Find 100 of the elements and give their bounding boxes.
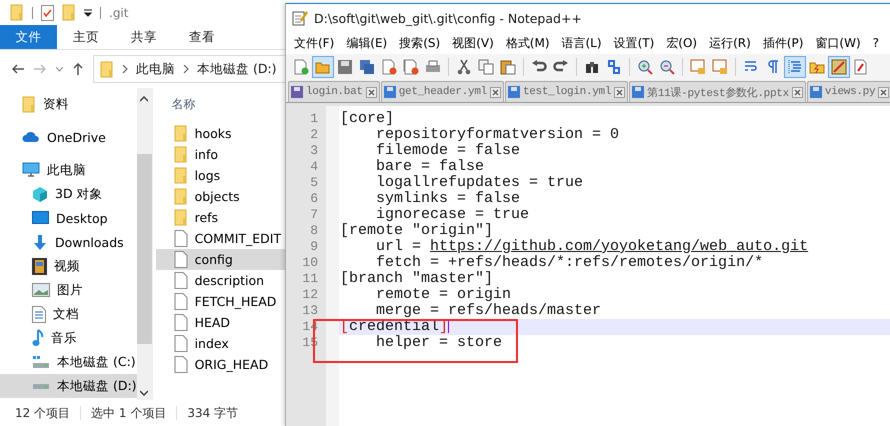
code-line: fetch = +refs/heads/*:refs/remotes/origin/* [375, 255, 764, 271]
code-line: bare = false [375, 159, 486, 175]
file-tab[interactable]: views.py [806, 81, 890, 102]
properties-icon[interactable] [41, 4, 54, 20]
file-item[interactable]: objects [156, 186, 288, 207]
text-cursor [448, 319, 450, 334]
line-number: 10 [301, 255, 319, 271]
code-line: [core] [339, 111, 396, 127]
menu-item[interactable]: 文件(F) [288, 34, 340, 52]
folder-icon [22, 96, 36, 112]
tab-label: test_login.yml [522, 86, 612, 98]
status-text: 选中 1 个项目 [91, 404, 166, 422]
breadcrumb[interactable]: 本地磁盘 (D:) [197, 60, 277, 78]
nav-item[interactable]: 资料 [0, 92, 137, 116]
nav-item[interactable]: 本地磁盘 (C:) [0, 350, 137, 374]
dropdown-icon[interactable] [84, 8, 92, 16]
nav-item[interactable]: Downloads [0, 230, 137, 254]
nav-item[interactable]: 视频 [0, 254, 137, 278]
file-tab[interactable]: 第11课-pytest参数化.pptx [629, 81, 806, 102]
nav-item[interactable]: 文档 [0, 302, 137, 326]
copy-icon [478, 59, 494, 75]
line-number: 3 [309, 143, 319, 159]
back-icon[interactable] [12, 64, 24, 74]
line-number: 12 [301, 287, 319, 303]
up-icon[interactable] [73, 63, 83, 75]
cube-icon [32, 186, 48, 202]
nav-item[interactable]: 音乐 [0, 326, 137, 350]
menu-item[interactable]: 插件(P) [756, 34, 810, 52]
computer-icon [22, 162, 40, 178]
address-bar[interactable]: 此电脑 本地磁盘 (D:) [93, 55, 285, 83]
file-item[interactable]: refs [156, 207, 288, 228]
line-number: 11 [301, 271, 319, 287]
file-menu-button[interactable]: 文件 [0, 25, 57, 49]
line-number: 8 [309, 223, 319, 239]
binoculars-icon [584, 59, 600, 75]
file-item[interactable]: hooks [156, 123, 288, 144]
column-header[interactable]: 名称 [156, 88, 288, 120]
file-item[interactable]: description [156, 270, 288, 291]
close-icon[interactable] [614, 86, 626, 98]
close-icon[interactable] [878, 86, 890, 98]
menu-item[interactable]: 视图(V) [446, 34, 500, 52]
menu-item[interactable]: 编辑(E) [340, 34, 394, 52]
menu-item[interactable]: 格式(M) [500, 34, 556, 52]
file-item[interactable]: COMMIT_EDIT [156, 228, 288, 249]
menu-item[interactable]: 运行(R) [703, 34, 757, 52]
menu-item[interactable]: 设置(T) [608, 34, 660, 52]
close-icon[interactable] [490, 86, 501, 98]
code-line: repositoryformatversion = 0 [375, 127, 620, 143]
file-icon [174, 251, 188, 268]
file-item[interactable]: FETCH_HEAD [156, 291, 288, 312]
link[interactable]: https://github.com/yoyoketang/web_auto.git [430, 238, 808, 255]
file-tab[interactable]: get_header.yml [380, 81, 504, 102]
file-item[interactable]: index [156, 333, 288, 354]
file-item[interactable]: logs [156, 165, 288, 186]
function-list-icon [853, 59, 869, 75]
breadcrumb[interactable]: 此电脑 [136, 60, 175, 78]
folder-icon [174, 167, 188, 184]
caret-icon[interactable] [56, 66, 63, 72]
music-note-icon [32, 329, 44, 347]
clipboard-icon [500, 59, 516, 75]
close-file-icon [381, 59, 397, 75]
ribbon-tab[interactable]: 共享 [115, 25, 173, 49]
tab-label: 第11课-pytest参数化.pptx [647, 86, 789, 100]
scroll-down-icon[interactable] [140, 390, 148, 396]
menu-item[interactable]: 宏(O) [660, 34, 704, 52]
close-icon[interactable] [792, 86, 803, 98]
line-number: 2 [309, 127, 319, 143]
menu-item[interactable]: 窗口(W) [809, 34, 867, 52]
folder-icon [174, 188, 188, 205]
nav-item[interactable]: 本地磁盘 (D:) [0, 374, 137, 398]
file-item[interactable]: config [156, 249, 288, 270]
ribbon-tab[interactable]: 主页 [57, 25, 115, 49]
chevron-icon [183, 65, 189, 73]
menu-item[interactable]: ? [866, 36, 885, 50]
folder-icon [174, 146, 188, 163]
menu-item[interactable]: 语言(L) [556, 34, 608, 52]
nav-item[interactable]: OneDrive [0, 125, 137, 149]
nav-item[interactable]: 此电脑 [0, 158, 137, 182]
scroll-up-icon[interactable] [140, 96, 148, 102]
nav-item[interactable]: 图片 [0, 278, 137, 302]
code-line: [remote "origin"] [339, 223, 494, 239]
line-number: 5 [309, 175, 319, 191]
folder-icon [100, 60, 114, 78]
menu-item[interactable]: 搜索(S) [393, 34, 446, 52]
scrollbar[interactable] [136, 88, 152, 400]
nav-item[interactable]: 3D 对象 [0, 182, 137, 206]
close-icon[interactable] [366, 86, 377, 98]
new-folder-icon [62, 4, 76, 21]
file-tab[interactable]: login.bat [288, 81, 380, 102]
nav-item[interactable]: Desktop [0, 206, 137, 230]
file-item[interactable]: HEAD [156, 312, 288, 333]
code-line: remote = origin [375, 287, 512, 303]
scissors-icon [456, 59, 472, 75]
file-item[interactable]: ORIG_HEAD [156, 354, 288, 375]
drive-icon [32, 355, 50, 369]
indent-guide-icon [787, 59, 803, 75]
ribbon-tab[interactable]: 查看 [173, 25, 231, 49]
zoom-out-icon [659, 59, 675, 75]
file-tab[interactable]: test_login.yml [504, 81, 628, 102]
file-item[interactable]: info [156, 144, 288, 165]
